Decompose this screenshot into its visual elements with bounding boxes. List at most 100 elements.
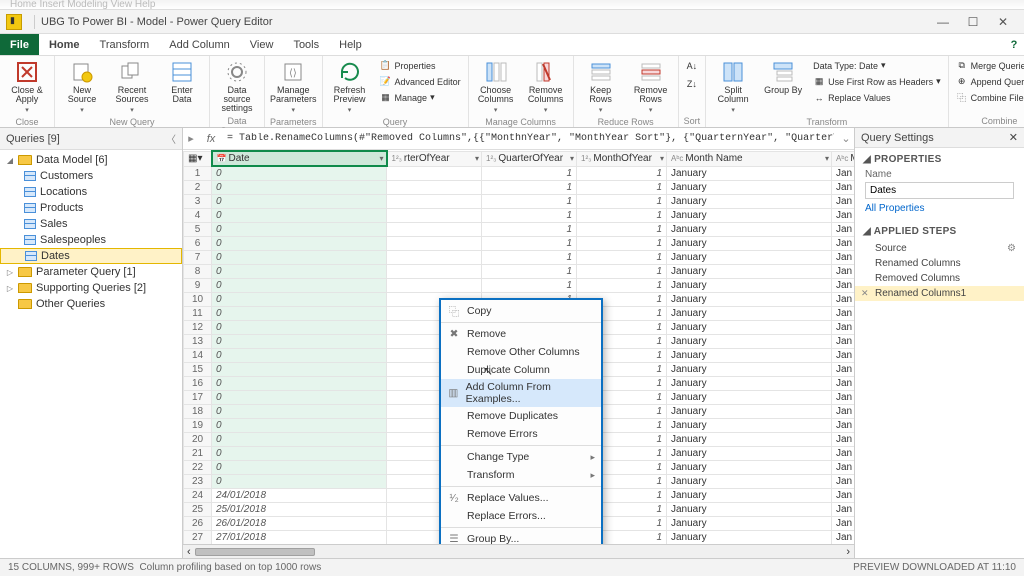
- applied-step[interactable]: Renamed Columns1: [855, 286, 1024, 301]
- formula-input[interactable]: [223, 133, 838, 144]
- menu-duplicate[interactable]: Duplicate Column: [441, 361, 601, 379]
- close-panel-icon[interactable]: ✕: [1009, 131, 1018, 144]
- remove-rows-button[interactable]: Remove Rows▾: [629, 58, 673, 116]
- table-row[interactable]: 8011JanuaryJan 2018Q1 2: [184, 265, 855, 279]
- minimize-button[interactable]: —: [928, 11, 958, 33]
- data-type-button[interactable]: Data Type: Date ▾: [811, 58, 943, 73]
- data-source-settings-button[interactable]: Data source settings: [215, 58, 259, 115]
- menu-transform[interactable]: Transform▸: [441, 466, 601, 484]
- formula-dropdown-icon[interactable]: ⌄: [838, 132, 854, 145]
- col-header-date[interactable]: 📅Date▾: [212, 151, 387, 166]
- app-icon: [6, 14, 22, 30]
- sort-desc-button[interactable]: Z↓: [684, 76, 700, 91]
- refresh-preview-button[interactable]: Refresh Preview▾: [328, 58, 372, 116]
- manage-parameters-button[interactable]: ⟨⟩Manage Parameters▾: [271, 58, 315, 116]
- applied-step[interactable]: Renamed Columns: [855, 256, 1024, 271]
- replace-values-button[interactable]: ↔Replace Values: [811, 90, 943, 105]
- close-button[interactable]: ✕: [988, 11, 1018, 33]
- col-header-month-of-year[interactable]: 1²₃MonthOfYear▾: [577, 151, 667, 166]
- enter-data-button[interactable]: Enter Data: [160, 58, 204, 106]
- new-source-icon: [70, 60, 94, 84]
- horizontal-scrollbar[interactable]: ‹ ›: [183, 544, 854, 558]
- table-row[interactable]: 3011JanuaryJan 2018Q1 2: [184, 195, 855, 209]
- folder-icon: [18, 155, 32, 165]
- table-row[interactable]: 9011JanuaryJan 2018Q1 2: [184, 279, 855, 293]
- close-apply-button[interactable]: Close & Apply▾: [5, 58, 49, 116]
- query-item-salespeoples[interactable]: Salespeoples: [0, 232, 182, 248]
- tab-transform[interactable]: Transform: [90, 34, 160, 55]
- remove-columns-button[interactable]: Remove Columns▾: [524, 58, 568, 116]
- folder-other-queries[interactable]: Other Queries: [0, 296, 182, 312]
- scroll-right-icon[interactable]: ›: [846, 546, 850, 558]
- tab-view[interactable]: View: [240, 34, 284, 55]
- applied-step[interactable]: Source⚙: [855, 241, 1024, 256]
- fx-icon[interactable]: fx: [199, 133, 223, 145]
- table-row[interactable]: 7011JanuaryJan 2018Q1 2: [184, 251, 855, 265]
- tab-add-column[interactable]: Add Column: [159, 34, 240, 55]
- tab-file[interactable]: File: [0, 34, 39, 55]
- titlebar: UBG To Power BI - Model - Power Query Ed…: [0, 10, 1024, 34]
- all-properties-link[interactable]: All Properties: [855, 203, 1024, 214]
- col-header-month-name[interactable]: AᵇcMonth Name▾: [667, 151, 832, 166]
- combine-files-button[interactable]: ⿻Combine Files: [954, 90, 1024, 105]
- split-column-button[interactable]: Split Column▾: [711, 58, 755, 116]
- tab-help[interactable]: Help: [329, 34, 372, 55]
- group-by-button[interactable]: Group By: [761, 58, 805, 97]
- formula-expand-icon[interactable]: ▸: [183, 132, 199, 145]
- table-row[interactable]: 6011JanuaryJan 2018Q1 2: [184, 237, 855, 251]
- folder-supporting-queries[interactable]: ▷Supporting Queries [2]: [0, 280, 182, 296]
- scroll-left-icon[interactable]: ‹: [187, 546, 191, 558]
- query-item-locations[interactable]: Locations: [0, 184, 182, 200]
- first-row-headers-button[interactable]: ▦Use First Row as Headers ▾: [811, 74, 943, 89]
- sort-asc-button[interactable]: A↓: [684, 58, 700, 73]
- menu-replace-values[interactable]: ¹⁄₂Replace Values...: [441, 489, 601, 507]
- filter-icon[interactable]: ▾: [379, 154, 383, 163]
- folder-parameter-query[interactable]: ▷Parameter Query [1]: [0, 264, 182, 280]
- manage-button[interactable]: ▦Manage ▾: [378, 90, 463, 105]
- applied-step[interactable]: Removed Columns: [855, 271, 1024, 286]
- help-icon[interactable]: ?: [1004, 34, 1024, 55]
- menu-group-by[interactable]: ☰Group By...: [441, 530, 601, 544]
- table-row[interactable]: 4011JanuaryJan 2018Q1 2: [184, 209, 855, 223]
- grid-corner[interactable]: ▦▾: [184, 151, 212, 166]
- col-header-month-year[interactable]: AᵇcMonth & Year▾: [832, 151, 855, 166]
- query-item-sales[interactable]: Sales: [0, 216, 182, 232]
- maximize-button[interactable]: ☐: [958, 11, 988, 33]
- advanced-editor-button[interactable]: 📝Advanced Editor: [378, 74, 463, 89]
- remove-rows-icon: [639, 60, 663, 84]
- menu-remove-duplicates[interactable]: Remove Duplicates: [441, 407, 601, 425]
- table-icon: [24, 219, 36, 229]
- recent-sources-button[interactable]: Recent Sources▾: [110, 58, 154, 116]
- folder-data-model[interactable]: ◢Data Model [6]: [0, 152, 182, 168]
- keep-rows-button[interactable]: Keep Rows▾: [579, 58, 623, 116]
- choose-columns-icon: [484, 60, 508, 84]
- menu-remove-errors[interactable]: Remove Errors: [441, 425, 601, 443]
- menu-change-type[interactable]: Change Type▸: [441, 448, 601, 466]
- menu-replace-errors[interactable]: Replace Errors...: [441, 507, 601, 525]
- menu-add-column-from-examples[interactable]: ▥Add Column From Examples...: [441, 379, 601, 407]
- col-header-hidden[interactable]: 1²₃rterOfYear▾: [387, 151, 482, 166]
- tab-tools[interactable]: Tools: [283, 34, 329, 55]
- menu-remove[interactable]: ✖Remove: [441, 325, 601, 343]
- query-item-customers[interactable]: Customers: [0, 168, 182, 184]
- collapse-icon[interactable]: 〈: [166, 131, 176, 146]
- tab-home[interactable]: Home: [39, 34, 90, 55]
- query-item-dates[interactable]: Dates: [0, 248, 182, 264]
- gear-icon[interactable]: ⚙: [1007, 243, 1016, 254]
- new-source-button[interactable]: New Source▾: [60, 58, 104, 116]
- table-row[interactable]: 1011JanuaryJan 2018Q1 2: [184, 166, 855, 181]
- col-header-quarter[interactable]: 1²₃QuarterOfYear▾: [482, 151, 577, 166]
- refresh-icon: [338, 60, 362, 84]
- table-row[interactable]: 2011JanuaryJan 2018Q1 2: [184, 181, 855, 195]
- table-row[interactable]: 5011JanuaryJan 2018Q1 2: [184, 223, 855, 237]
- query-item-products[interactable]: Products: [0, 200, 182, 216]
- choose-columns-button[interactable]: Choose Columns▾: [474, 58, 518, 116]
- append-queries-button[interactable]: ⊕Append Queries ▾: [954, 74, 1024, 89]
- query-name-input[interactable]: [865, 182, 1014, 199]
- merge-queries-button[interactable]: ⧉Merge Queries ▾: [954, 58, 1024, 73]
- ribbon: Close & Apply▾ Close New Source▾ Recent …: [0, 56, 1024, 128]
- menu-remove-other[interactable]: Remove Other Columns: [441, 343, 601, 361]
- menu-copy[interactable]: ⿻Copy: [441, 302, 601, 320]
- properties-button[interactable]: 📋Properties: [378, 58, 463, 73]
- table-icon: [24, 203, 36, 213]
